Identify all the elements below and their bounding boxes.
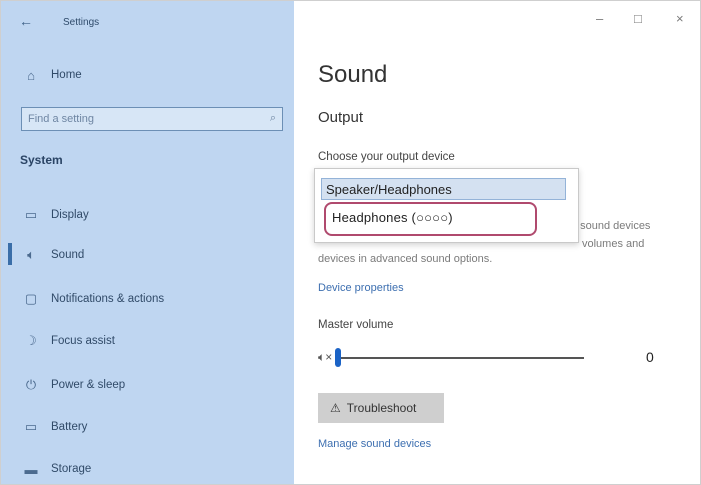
settings-window: ← Settings ⌂ Home Find a setting ⌕ Syste… bbox=[0, 0, 701, 485]
warning-icon: ⚠ bbox=[330, 401, 341, 415]
search-input[interactable]: Find a setting ⌕ bbox=[21, 107, 283, 131]
sidebar-item-power-sleep[interactable]: ⏻ Power & sleep bbox=[1, 367, 294, 403]
sidebar-item-label: Power & sleep bbox=[51, 379, 126, 391]
home-icon: ⌂ bbox=[27, 67, 35, 83]
search-icon: ⌕ bbox=[269, 112, 276, 124]
sidebar-item-sound[interactable]: 🔈︎ Sound bbox=[1, 237, 294, 273]
sidebar-item-label: Home bbox=[51, 69, 82, 81]
display-icon: ▭ bbox=[24, 207, 38, 222]
output-device-dropdown[interactable]: Speaker/Headphones Headphones (○○○○) bbox=[314, 168, 579, 243]
device-properties-link[interactable]: Device properties bbox=[318, 282, 404, 294]
dropdown-option-speaker[interactable]: Speaker/Headphones bbox=[321, 178, 566, 200]
sidebar-item-label: Focus assist bbox=[51, 335, 115, 347]
maximize-icon[interactable]: □ bbox=[634, 11, 642, 26]
window-title: Settings bbox=[63, 17, 100, 28]
sidebar-item-battery[interactable]: ▭ Battery bbox=[1, 409, 294, 445]
minimize-icon[interactable]: – bbox=[596, 11, 603, 26]
volume-value: 0 bbox=[646, 349, 654, 365]
sidebar: ← Settings ⌂ Home Find a setting ⌕ Syste… bbox=[1, 1, 294, 484]
sidebar-item-focus-assist[interactable]: ☽ Focus assist bbox=[1, 323, 294, 359]
storage-icon: ▬ bbox=[24, 461, 38, 477]
dropdown-option-label: Speaker/Headphones bbox=[326, 182, 452, 197]
power-icon: ⏻ bbox=[25, 377, 37, 392]
sidebar-item-label: Battery bbox=[51, 421, 88, 433]
speaker-icon: 🔈︎ bbox=[27, 247, 35, 262]
dropdown-option-label: Headphones (○○○○) bbox=[332, 210, 453, 225]
back-arrow-icon[interactable]: ← bbox=[19, 14, 35, 28]
helper-text: devices in advanced sound options. bbox=[318, 253, 493, 265]
section-title: Output bbox=[318, 109, 364, 126]
sidebar-item-notifications[interactable]: ▢ Notifications & actions bbox=[1, 281, 294, 317]
close-icon[interactable]: × bbox=[676, 11, 684, 26]
manage-sound-devices-link[interactable]: Manage sound devices bbox=[318, 438, 431, 450]
notification-icon: ▢ bbox=[24, 291, 38, 306]
helper-text-fragment: volumes and bbox=[582, 238, 645, 250]
troubleshoot-label: Troubleshoot bbox=[346, 401, 417, 415]
sidebar-item-label: Display bbox=[51, 209, 89, 221]
main-panel: – □ × Sound Output Choose your output de… bbox=[294, 1, 700, 484]
search-placeholder: Find a setting bbox=[28, 113, 95, 125]
speaker-muted-icon[interactable]: 🔈︎× bbox=[318, 350, 332, 365]
page-title: Sound bbox=[318, 61, 388, 88]
volume-slider-track[interactable] bbox=[338, 357, 584, 359]
master-volume-label: Master volume bbox=[318, 319, 394, 331]
sidebar-titlebar: ← Settings bbox=[1, 1, 294, 41]
choose-output-label: Choose your output device bbox=[318, 151, 455, 163]
sidebar-item-storage[interactable]: ▬ Storage bbox=[1, 451, 294, 484]
sidebar-item-label: Notifications & actions bbox=[51, 293, 165, 305]
moon-icon: ☽ bbox=[25, 333, 37, 348]
sidebar-item-home[interactable]: ⌂ Home bbox=[1, 57, 294, 93]
helper-text-fragment: t sound devices bbox=[574, 220, 651, 232]
sidebar-item-display[interactable]: ▭ Display bbox=[1, 197, 294, 233]
troubleshoot-button[interactable]: ⚠ Troubleshoot bbox=[318, 393, 444, 423]
volume-slider-thumb[interactable] bbox=[335, 348, 341, 367]
sidebar-item-label: Sound bbox=[51, 249, 85, 261]
sidebar-item-label: Storage bbox=[51, 463, 92, 475]
dropdown-option-headphones[interactable]: Headphones (○○○○) bbox=[324, 202, 537, 236]
section-label: System bbox=[20, 153, 63, 167]
battery-icon: ▭ bbox=[24, 419, 38, 434]
